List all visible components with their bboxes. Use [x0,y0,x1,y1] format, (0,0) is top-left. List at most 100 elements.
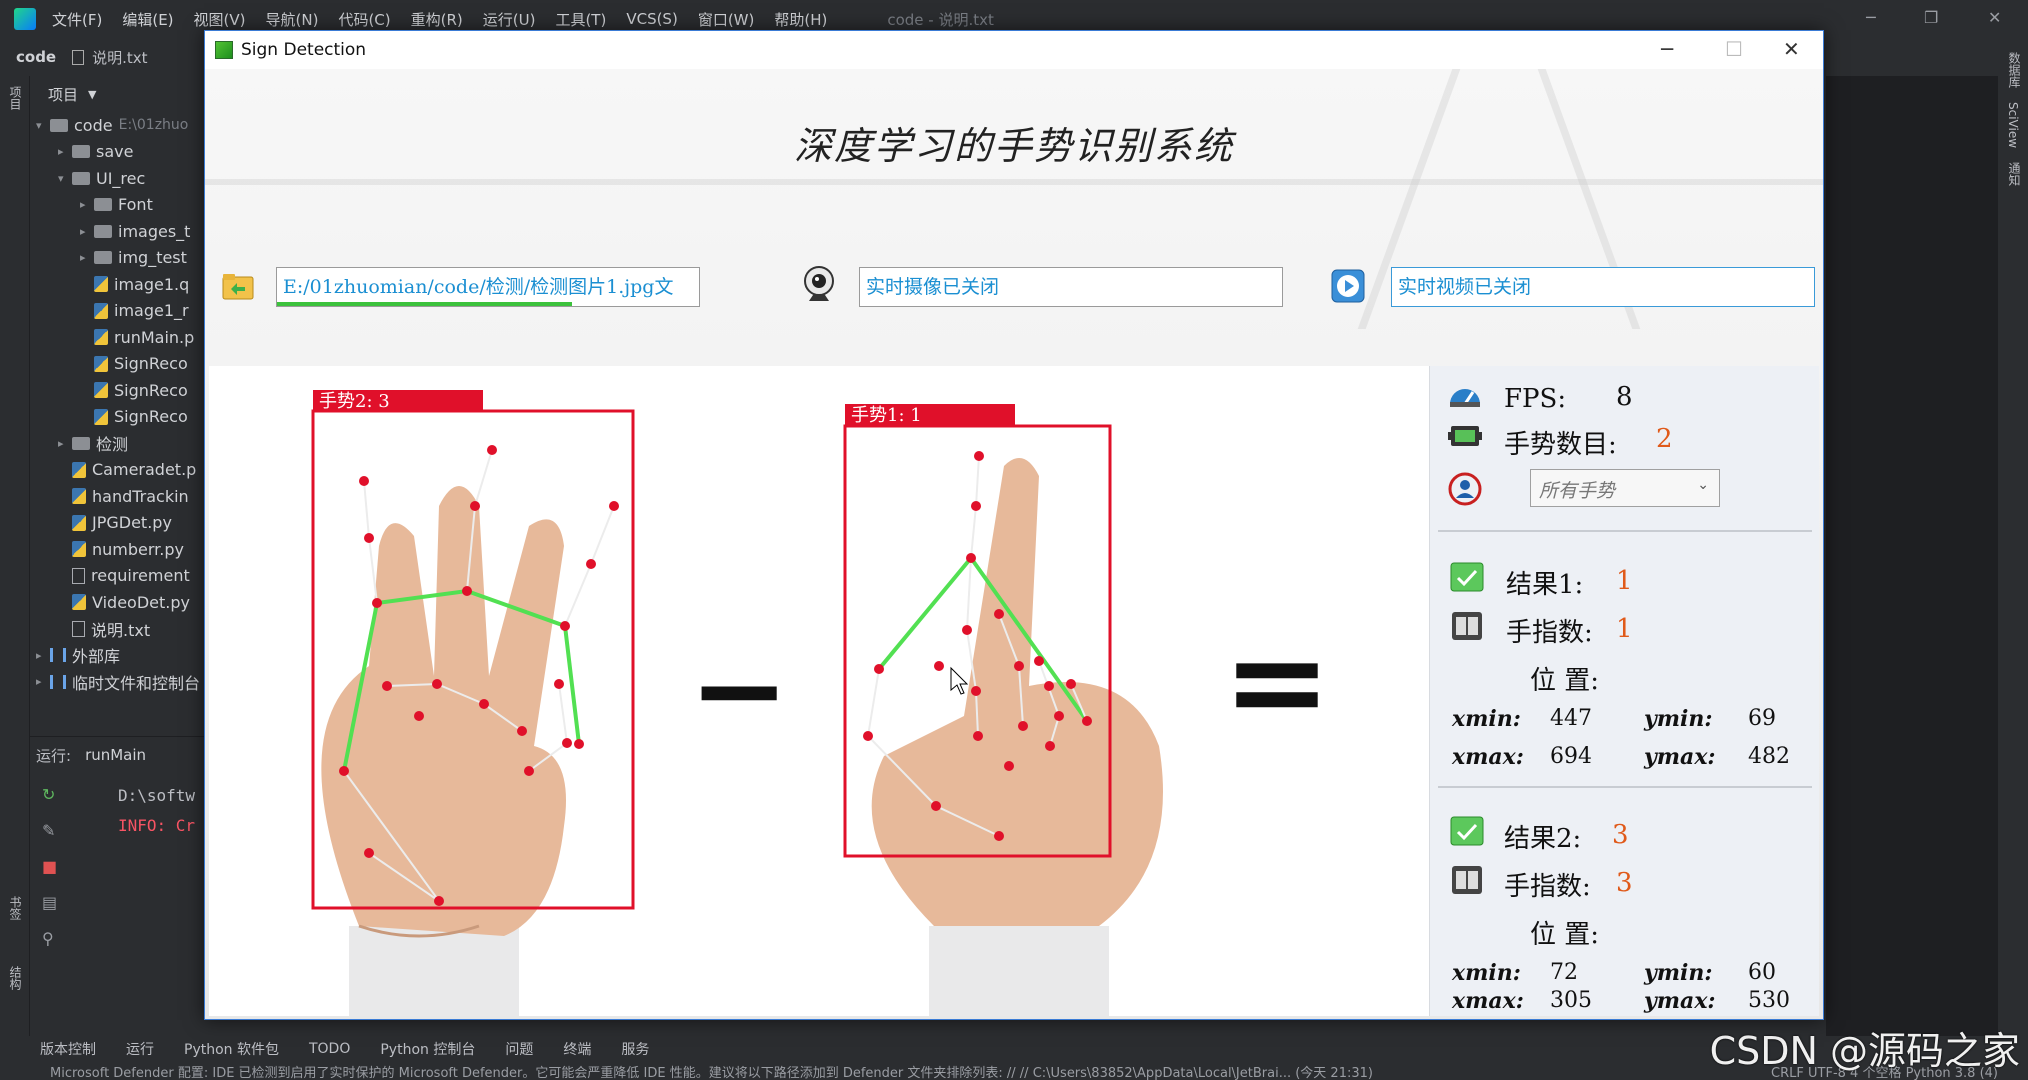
image-path-field[interactable]: E:/01zhuomian/code/检测/检测图片1.jpg文 [276,267,700,307]
gesture-filter-select[interactable]: 所有手势 ⌄ [1530,469,1720,507]
open-folder-icon[interactable] [221,269,255,303]
breadcrumb-project[interactable]: code [16,48,56,66]
editor-area[interactable] [1826,76,1998,1036]
folder-icon [94,224,112,238]
tree-item[interactable]: ▸ 检测 [30,430,210,457]
tree-item[interactable]: handTrackin [30,483,210,510]
menu-navigate[interactable]: 导航(N) [266,9,319,30]
result2-ymax-label: ymax: [1644,988,1716,1014]
python-file-icon [72,461,86,478]
project-panel-header[interactable]: 项目 ▼ [30,76,210,112]
tree-item[interactable]: requirement [30,563,210,590]
tree-item[interactable]: ▸ img_test [30,245,210,272]
result1-xmax-label: xmax: [1452,744,1524,770]
tool-tab-problems[interactable]: 问题 [505,1039,533,1059]
chevron-down-icon[interactable]: ▾ [58,172,72,185]
tool-tab-vcs[interactable]: 版本控制 [40,1039,96,1059]
menu-run[interactable]: 运行(U) [483,9,536,30]
tool-tab-run[interactable]: 运行 [126,1039,154,1059]
ide-close-icon[interactable]: ✕ [1988,8,2001,27]
hand-detection-image: 手势2: 3 − 手势1: 1 = [311,390,1332,1016]
python-file-icon [72,594,86,611]
toolwindow-sciview[interactable]: SciView [2006,102,2020,148]
chevron-right-icon[interactable]: ▸ [80,251,94,264]
tree-item[interactable]: image1.q [30,271,210,298]
status-message[interactable]: Microsoft Defender 配置: IDE 已检测到启用了实时保护的 … [50,1066,1373,1080]
tree-item-label: numberr.py [92,539,184,559]
menu-edit[interactable]: 编辑(E) [122,9,173,30]
tool-tab-terminal[interactable]: 终端 [563,1039,591,1059]
app-close-icon[interactable]: ✕ [1783,37,1800,61]
menu-view[interactable]: 视图(V) [194,9,246,30]
stop-icon[interactable]: ■ [42,859,58,875]
tree-item[interactable]: JPGDet.py [30,510,210,537]
tree-item[interactable]: runMain.p [30,324,210,351]
tree-item[interactable]: image1_r [30,298,210,325]
toolwindow-notifications[interactable]: 通知 [2006,162,2023,186]
tool-tab-python-packages[interactable]: Python 软件包 [184,1039,279,1059]
chevron-right-icon[interactable]: ▸ [58,145,72,158]
video-status-field[interactable]: 实时视频已关闭 [1391,267,1815,307]
folder-icon [94,251,112,265]
tree-item[interactable]: ▸ images_t [30,218,210,245]
tree-item[interactable]: 说明.txt [30,616,210,643]
tool-tab-todo[interactable]: TODO [309,1041,350,1057]
result2-position-label: 位 置: [1530,920,1600,950]
tree-item-label: SignReco [114,354,188,374]
menu-tools[interactable]: 工具(T) [555,9,606,30]
tree-item[interactable]: ▸ Font [30,192,210,219]
tree-item[interactable]: ▸ 临时文件和控制台 [30,669,210,696]
chevron-right-icon[interactable]: ▸ [36,675,50,688]
tool-tab-python-console[interactable]: Python 控制台 [380,1039,475,1059]
tree-item[interactable]: SignReco [30,351,210,378]
camera-status-field[interactable]: 实时摄像已关闭 [859,267,1283,307]
tree-item[interactable]: Cameradet.p [30,457,210,484]
layout-icon[interactable]: ▤ [42,895,58,911]
ide-window-title: code - 说明.txt [887,10,994,29]
video-play-icon[interactable] [1331,269,1365,303]
menu-help[interactable]: 帮助(H) [774,9,827,30]
menu-code[interactable]: 代码(C) [338,9,390,30]
tree-item[interactable]: ▾ UI_rec [30,165,210,192]
detection-label-gesture1: 手势1: 1 [851,405,922,426]
tree-item[interactable]: numberr.py [30,536,210,563]
toolwindow-bookmarks[interactable]: 书签 [7,896,24,920]
tree-item[interactable]: ▸ 外部库 [30,642,210,669]
breadcrumb-file[interactable]: 说明.txt [92,47,147,68]
section-divider [1438,530,1812,532]
detection-label-gesture2: 手势2: 3 [319,391,390,412]
pin-icon[interactable]: ⚲ [42,931,58,947]
run-console[interactable]: D:\softw INFO: Cr [118,781,195,841]
menu-window[interactable]: 窗口(W) [698,9,755,30]
tree-item[interactable]: ▾ code E:\01zhuo [30,112,210,139]
chevron-right-icon[interactable]: ▸ [36,649,50,662]
tree-item[interactable]: SignReco [30,377,210,404]
chevron-right-icon[interactable]: ▸ [80,198,94,211]
menu-file[interactable]: 文件(F) [52,9,102,30]
chevron-down-icon[interactable]: ▼ [88,88,96,101]
wrench-icon[interactable]: ✎ [42,823,58,839]
toolwindow-structure[interactable]: 结构 [7,966,24,990]
toolwindow-project[interactable]: 项目 [7,86,24,110]
menu-vcs[interactable]: VCS(S) [626,10,677,28]
menu-refactor[interactable]: 重构(R) [411,9,463,30]
app-maximize-icon[interactable]: ☐ [1725,37,1743,61]
chevron-right-icon[interactable]: ▸ [58,437,72,450]
tree-item[interactable]: VideoDet.py [30,589,210,616]
app-minimize-icon[interactable]: ─ [1661,37,1673,61]
rerun-icon[interactable]: ↻ [42,787,58,803]
equals-sign: = [1223,605,1332,757]
ide-minimize-icon[interactable]: ─ [1866,8,1876,27]
chevron-down-icon[interactable]: ⌄ [1697,477,1709,493]
tree-item-label: JPGDet.py [92,513,172,533]
tree-item[interactable]: ▸ save [30,139,210,166]
chevron-right-icon[interactable]: ▸ [80,225,94,238]
toolwindow-database[interactable]: 数据库 [2006,52,2023,88]
tool-tab-services[interactable]: 服务 [621,1039,649,1059]
chevron-down-icon[interactable]: ▾ [36,119,50,132]
ide-restore-icon[interactable]: ❐ [1924,8,1938,27]
run-tab-runmain[interactable]: runMain [85,746,146,764]
app-titlebar: Sign Detection ─ ☐ ✕ [205,31,1823,69]
webcam-icon[interactable] [801,265,837,305]
tree-item[interactable]: SignReco [30,404,210,431]
